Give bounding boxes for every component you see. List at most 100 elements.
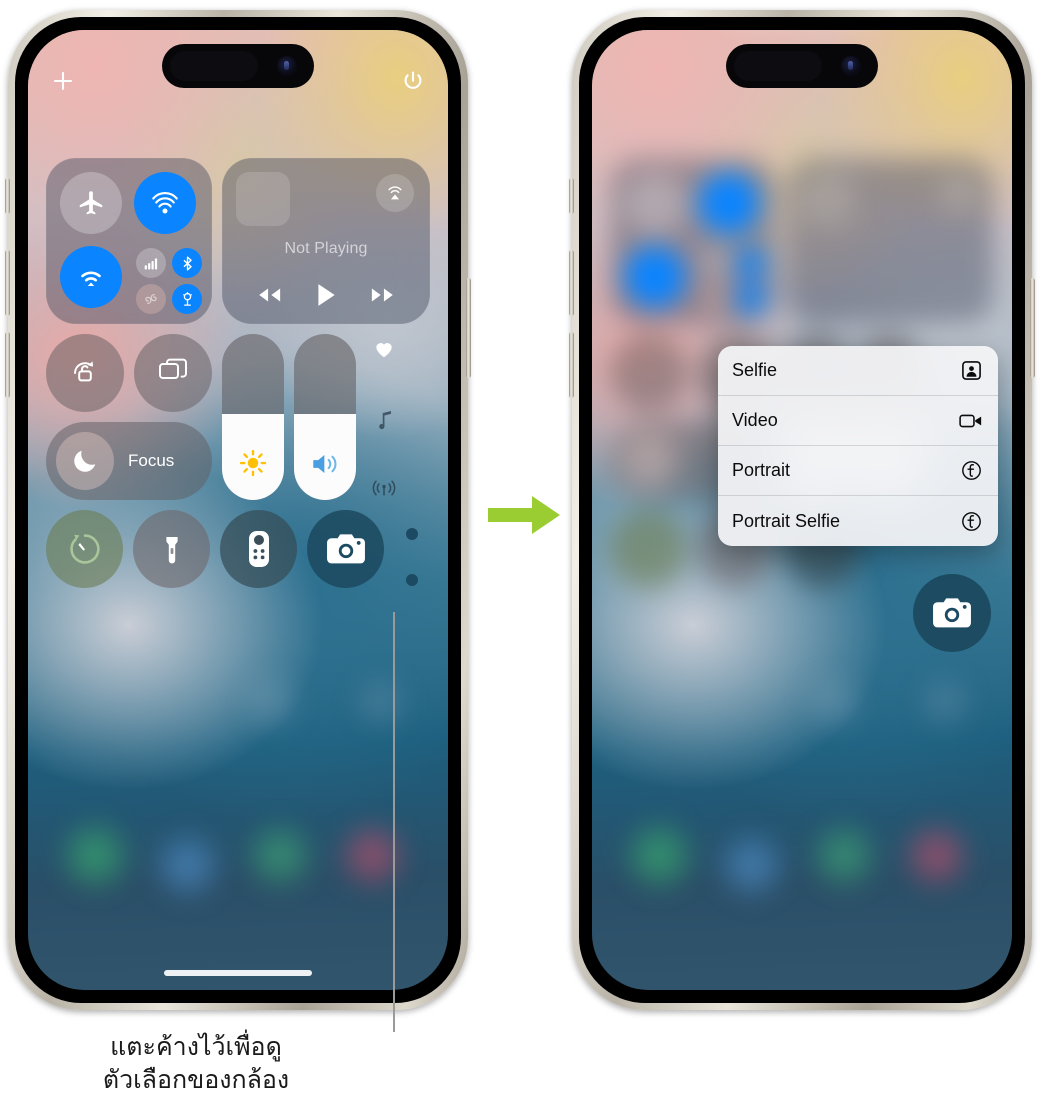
- front-camera-icon: [277, 56, 297, 76]
- dynamic-island: [726, 44, 878, 88]
- front-camera-icon: [841, 56, 861, 76]
- caption: แตะค้างไว้เพื่อดู ตัวเลือกของกล้อง: [0, 1030, 392, 1096]
- airdrop-small-toggle[interactable]: [136, 284, 166, 314]
- menu-item-label: Portrait Selfie: [732, 510, 841, 531]
- forward-button[interactable]: [370, 285, 396, 305]
- cellular-data-toggle[interactable]: [136, 248, 166, 278]
- airdrop-icon: [152, 192, 178, 214]
- bluetooth-toggle[interactable]: [172, 248, 202, 278]
- screen-mirroring-icon: [159, 358, 187, 379]
- airdrop-small-blurred: [700, 284, 730, 314]
- page-indicator: [394, 510, 430, 588]
- focus-label: Focus: [128, 451, 175, 470]
- aperture-icon: [958, 460, 984, 481]
- play-button[interactable]: [315, 282, 337, 308]
- add-control-button[interactable]: [46, 64, 80, 98]
- control-center-grid: Not Playing Focus: [46, 158, 430, 588]
- utility-rail: [366, 334, 402, 500]
- media-transport-controls: [222, 282, 430, 308]
- side-power-button[interactable]: [466, 278, 471, 378]
- connectivity-module-blurred: [610, 158, 776, 324]
- brightness-slider[interactable]: [222, 334, 284, 500]
- camera-button[interactable]: [307, 510, 385, 588]
- album-artwork-blurred: [800, 172, 854, 226]
- camera-icon: [326, 534, 365, 564]
- camera-icon: [933, 598, 971, 628]
- island-pill: [734, 51, 822, 81]
- rotation-lock-icon: [74, 361, 93, 382]
- rewind-button[interactable]: [256, 285, 282, 305]
- airplay-icon: [388, 186, 402, 200]
- hotspot-icon: [182, 291, 192, 306]
- camera-button-pressed[interactable]: [913, 574, 991, 652]
- hotspot-toggle-blurred: [736, 284, 766, 314]
- cc-row-bottom: [46, 510, 430, 588]
- connectivity-module[interactable]: [46, 158, 212, 324]
- phone-right: Selfie Video Portrait Portrait Selfie: [569, 10, 1035, 1010]
- flow-arrow: [488, 492, 562, 543]
- moon-icon: [56, 432, 114, 490]
- timer-button[interactable]: [46, 510, 124, 588]
- volume-up-button[interactable]: [5, 250, 10, 316]
- phone-screen-left: Not Playing Focus: [28, 30, 448, 990]
- volume-down-button[interactable]: [5, 332, 10, 398]
- wifi-icon: [81, 271, 101, 286]
- connectivity-rail-icon[interactable]: [372, 478, 396, 498]
- cc-row-middle: Focus: [46, 334, 430, 500]
- page-dot[interactable]: [406, 528, 419, 540]
- music-recognition-icon[interactable]: [374, 408, 394, 430]
- menu-item-selfie[interactable]: Selfie: [718, 346, 998, 396]
- airplay-blurred: [940, 174, 978, 212]
- menu-item-label: Selfie: [732, 360, 778, 380]
- volume-up-button[interactable]: [569, 250, 574, 316]
- menu-item-portrait[interactable]: Portrait: [718, 446, 998, 496]
- volume-icon: [294, 450, 356, 478]
- airdrop-toggle[interactable]: [134, 172, 196, 234]
- bluetooth-icon: [183, 255, 192, 271]
- toggles-stack: Focus: [46, 334, 212, 500]
- hearing-icon[interactable]: [373, 338, 395, 360]
- volume-down-button[interactable]: [569, 332, 574, 398]
- now-playing-label: Not Playing: [284, 240, 368, 257]
- power-off-button[interactable]: [396, 64, 430, 98]
- bluetooth-toggle-blurred: [736, 248, 766, 278]
- rotation-lock-toggle[interactable]: [46, 334, 124, 412]
- side-power-button[interactable]: [1030, 278, 1035, 378]
- airplane-mode-toggle-blurred: [624, 172, 686, 234]
- album-artwork: [236, 172, 290, 226]
- media-module-blurred: [786, 158, 994, 324]
- action-button[interactable]: [5, 178, 10, 214]
- focus-toggle[interactable]: Focus: [46, 422, 212, 500]
- screen-mirroring-toggle[interactable]: [134, 334, 212, 412]
- toggle-pair: [46, 334, 212, 412]
- airplay-button[interactable]: [376, 174, 414, 212]
- caption-line-1: แตะค้างไว้เพื่อดู: [110, 1032, 282, 1061]
- phone-bezel: Selfie Video Portrait Portrait Selfie: [579, 17, 1025, 1003]
- action-button[interactable]: [569, 178, 574, 214]
- page-dot[interactable]: [406, 574, 419, 586]
- home-indicator[interactable]: [164, 970, 312, 976]
- media-playback-module[interactable]: Not Playing: [222, 158, 430, 324]
- menu-item-label: Portrait: [732, 460, 791, 480]
- aperture-icon: [958, 511, 984, 532]
- airplane-mode-toggle[interactable]: [60, 172, 122, 234]
- brightness-icon: [222, 448, 284, 478]
- callout-line: [393, 612, 395, 1032]
- rotation-lock-blurred: [610, 334, 688, 412]
- volume-slider[interactable]: [294, 334, 356, 500]
- caption-line-2: ตัวเลือกของกล้อง: [102, 1065, 290, 1094]
- timer-blurred: [610, 510, 688, 588]
- video-icon: [958, 412, 984, 430]
- menu-item-portrait-selfie[interactable]: Portrait Selfie: [718, 496, 998, 546]
- airplane-icon: [79, 191, 103, 215]
- remote-icon: [248, 531, 269, 567]
- apple-tv-remote-button[interactable]: [220, 510, 298, 588]
- flashlight-button[interactable]: [133, 510, 211, 588]
- camera-options-menu: Selfie Video Portrait Portrait Selfie: [718, 346, 998, 546]
- menu-item-video[interactable]: Video: [718, 396, 998, 446]
- personal-hotspot-toggle[interactable]: [172, 284, 202, 314]
- dynamic-island: [162, 44, 314, 88]
- phone-screen-right: Selfie Video Portrait Portrait Selfie: [592, 30, 1012, 990]
- wifi-toggle[interactable]: [60, 246, 122, 308]
- flashlight-icon: [166, 537, 178, 564]
